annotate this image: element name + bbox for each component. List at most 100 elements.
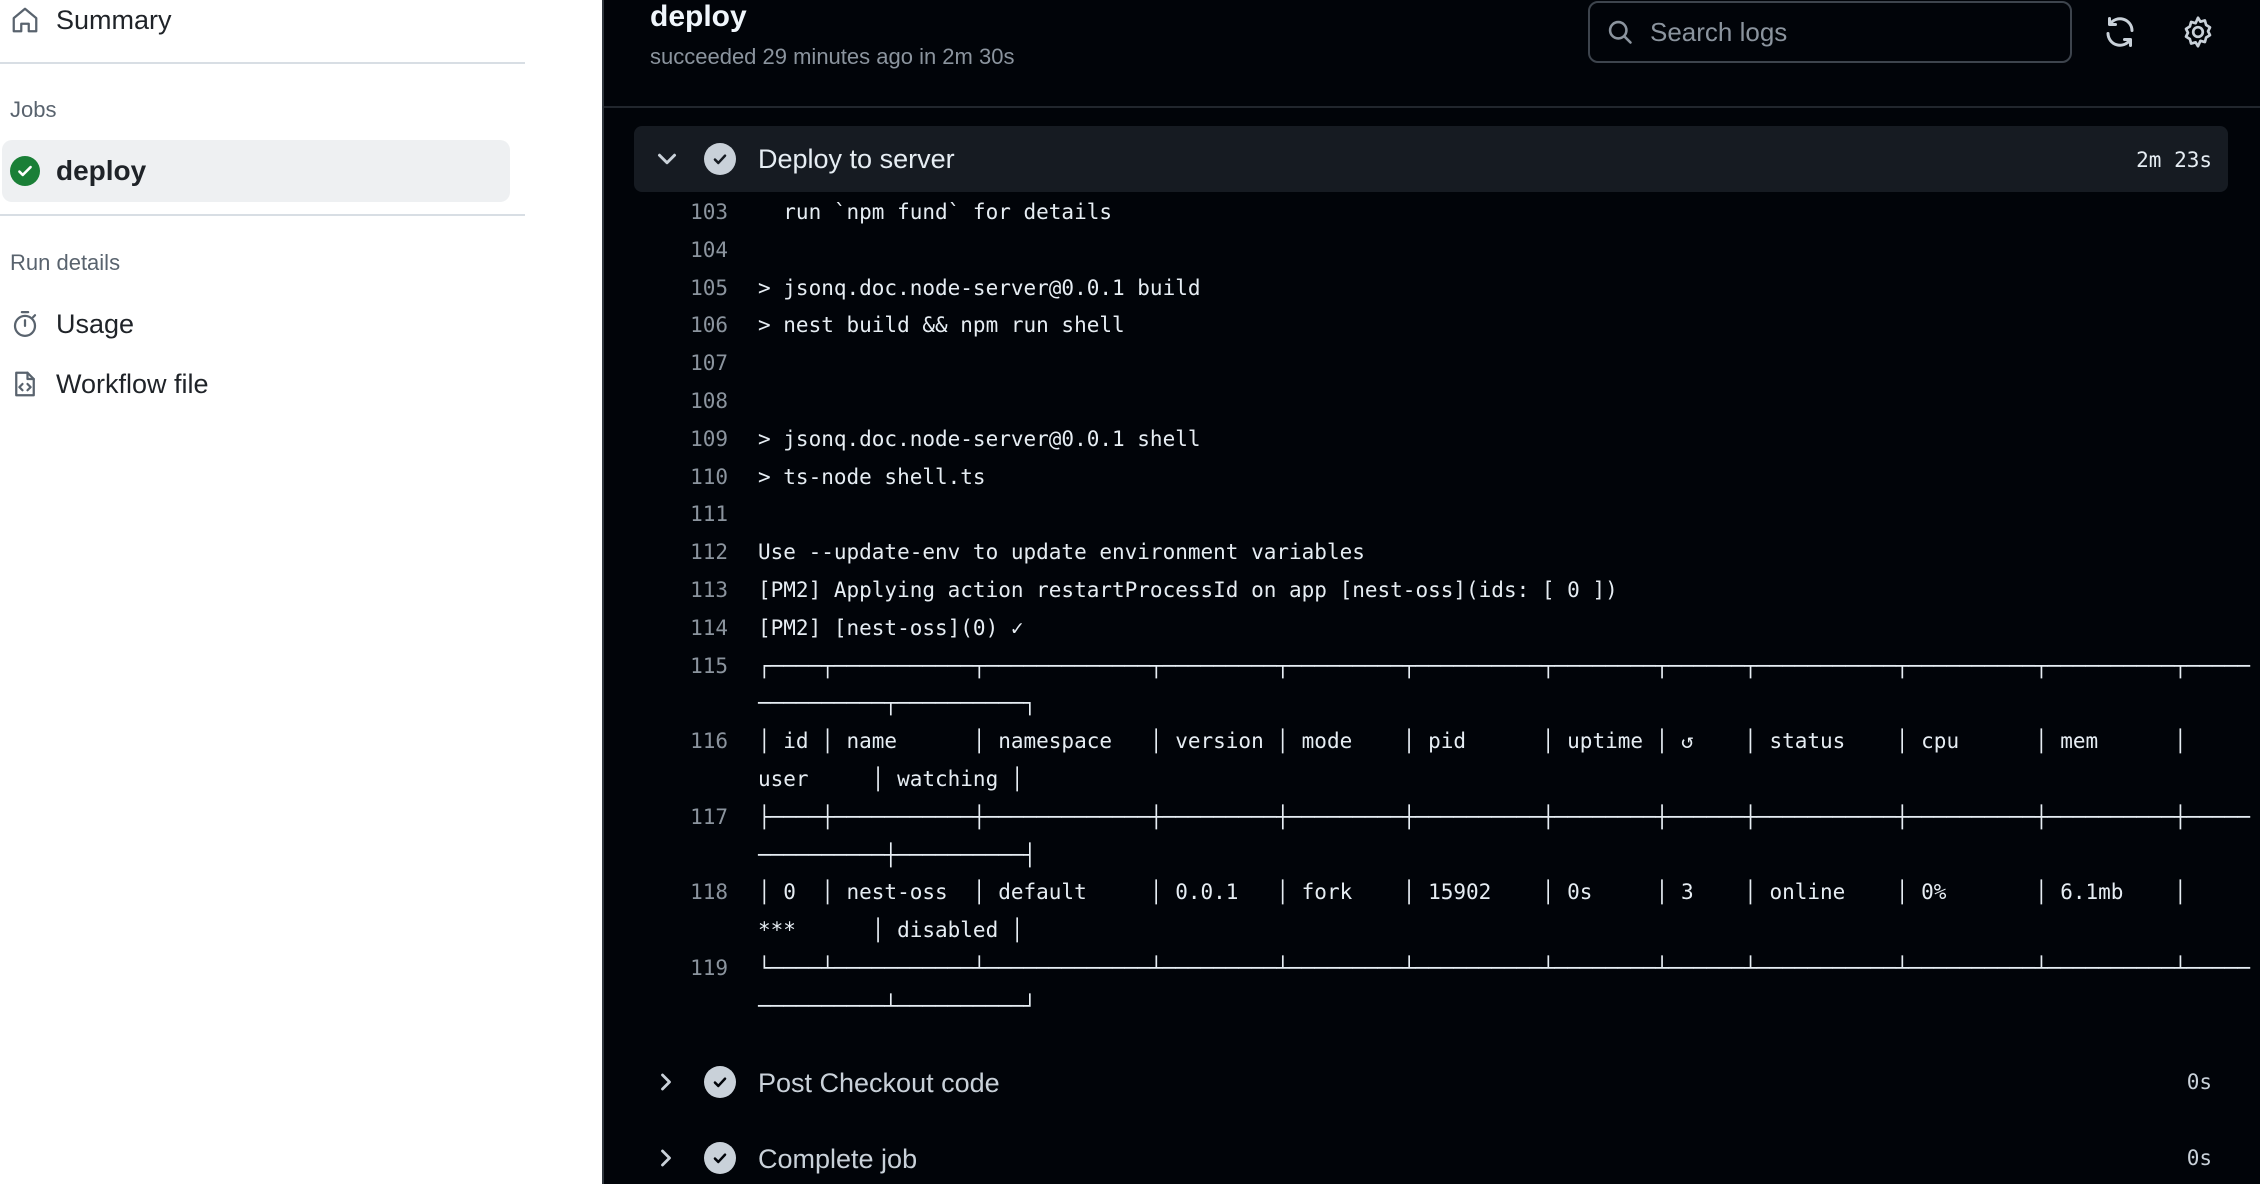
step-post-checkout-code[interactable]: Post Checkout code 0s — [634, 1052, 2228, 1112]
log-line: 106 > nest build && npm run shell — [634, 309, 2234, 347]
log-text: ──────────┼──────────┤ — [758, 842, 1037, 867]
line-number[interactable]: 107 — [634, 351, 728, 375]
log-text: ──────────┴──────────┘ — [758, 993, 1037, 1018]
log-line: 108 — [634, 385, 2234, 423]
log-text: > ts-node shell.ts — [758, 464, 986, 489]
log-line: 119 └────┴───────────┴─────────────┴─────… — [634, 952, 2250, 990]
run-details-heading: Run details — [10, 250, 121, 275]
line-number[interactable]: 111 — [634, 502, 728, 526]
log-line: 105 > jsonq.doc.node-server@0.0.1 build — [634, 272, 2234, 310]
log-line: 110 > ts-node shell.ts — [634, 461, 2234, 499]
log-text: │ id │ name │ namespace │ version │ mode… — [758, 729, 2187, 754]
log-text: > jsonq.doc.node-server@0.0.1 build — [758, 275, 1201, 300]
window-edge — [2260, 0, 2268, 1184]
step-complete-job[interactable]: Complete job 0s — [634, 1128, 2228, 1184]
log-line: 117 ├────┼───────────┼─────────────┼─────… — [634, 801, 2250, 839]
job-label: deploy — [56, 155, 147, 186]
log-panel: deploy succeeded 29 minutes ago in 2m 30… — [602, 0, 2262, 1184]
step-deploy-to-server[interactable]: Deploy to server 2m 23s — [634, 126, 2228, 192]
sidebar-item-label: Workflow file — [56, 368, 209, 399]
step-duration: 2m 23s — [2136, 148, 2212, 172]
line-number[interactable]: 103 — [634, 200, 728, 224]
log-text: [PM2] [nest-oss](0) ✓ — [758, 615, 1024, 640]
workflow-file-icon — [15, 371, 35, 397]
log-line: 112 Use --update-env to update environmen… — [634, 536, 2234, 574]
chevron-right-icon — [661, 1073, 671, 1091]
log-text: run `npm fund` for details — [758, 200, 1113, 224]
line-number[interactable]: 112 — [634, 540, 728, 564]
line-number[interactable]: 110 — [634, 465, 728, 489]
sidebar-item-label: Usage — [56, 308, 135, 339]
stopwatch-icon — [13, 311, 37, 337]
search-input[interactable] — [1650, 16, 2050, 48]
line-number[interactable]: 104 — [634, 238, 728, 262]
log-line: ──────────┬──────────┐ — [634, 687, 2234, 725]
line-number[interactable]: 119 — [634, 956, 728, 980]
job-status-text: succeeded 29 minutes ago in 2m 30s — [650, 44, 1015, 69]
step-duration: 0s — [2186, 1070, 2212, 1094]
sidebar-divider — [0, 214, 525, 216]
jobs-heading: Jobs — [10, 97, 57, 122]
sidebar-item-summary[interactable]: Summary — [10, 0, 172, 44]
page-title: deploy — [650, 0, 747, 33]
log-line: 118 │ 0 │ nest-oss │ default │ 0.0.1 │ fo… — [634, 876, 2234, 914]
step-name: Deploy to server — [758, 144, 955, 174]
log-text: [PM2] Applying action restartProcessId o… — [758, 577, 1618, 602]
log-line: 104 — [634, 234, 2234, 272]
log-line: 103 run `npm fund` for details — [634, 196, 2234, 234]
line-number[interactable]: 108 — [634, 389, 728, 413]
line-number[interactable]: 117 — [634, 805, 728, 829]
search-box[interactable] — [1588, 1, 2072, 63]
chevron-right-icon — [661, 1149, 671, 1167]
search-icon — [1608, 20, 1632, 44]
log-line: ──────────┼──────────┤ — [634, 839, 2234, 877]
log-line: 115 ┌────┬───────────┬─────────────┬─────… — [634, 650, 2250, 688]
sidebar-item-workflow-file[interactable]: Workflow file — [10, 360, 209, 408]
line-number[interactable]: 115 — [634, 654, 728, 678]
sidebar: Summary Jobs deploy Run details Usage Wo… — [0, 0, 602, 1184]
line-number[interactable]: 116 — [634, 729, 728, 753]
log-line: 116 │ id │ name │ namespace │ version │ m… — [634, 725, 2234, 763]
log-line: 111 — [634, 498, 2234, 536]
check-circle-icon — [704, 1066, 736, 1098]
step-name: Complete job — [758, 1144, 918, 1174]
log-output: 103 run `npm fund` for details 104 105 > js… — [634, 196, 2250, 1028]
gear-icon[interactable] — [2180, 14, 2216, 50]
log-line: user │ watching │ — [634, 763, 2234, 801]
chevron-down-icon — [658, 153, 676, 165]
sidebar-item-label: Summary — [56, 4, 172, 35]
log-text: └────┴───────────┴─────────────┴────────… — [758, 955, 2250, 980]
line-number[interactable]: 114 — [634, 616, 728, 640]
log-text: > nest build && npm run shell — [758, 313, 1125, 338]
log-text: *** │ disabled │ — [758, 918, 1024, 943]
log-line: 113 [PM2] Applying action restartProcessI… — [634, 574, 2234, 612]
line-number[interactable]: 118 — [634, 880, 728, 904]
line-number[interactable]: 106 — [634, 313, 728, 337]
log-text: ┌────┬───────────┬─────────────┬────────… — [758, 653, 2250, 678]
sidebar-item-usage[interactable]: Usage — [10, 300, 134, 348]
log-text: Use --update-env to update environment v… — [758, 540, 1365, 565]
line-number[interactable]: 109 — [634, 427, 728, 451]
check-circle-icon — [704, 143, 736, 175]
log-header: deploy succeeded 29 minutes ago in 2m 30… — [604, 0, 2262, 108]
log-line: *** │ disabled │ — [634, 914, 2234, 952]
check-circle-icon — [704, 1142, 736, 1174]
log-line: 109 > jsonq.doc.node-server@0.0.1 shell — [634, 423, 2234, 461]
sidebar-divider — [0, 62, 525, 64]
line-number[interactable]: 105 — [634, 276, 728, 300]
check-circle-icon — [10, 156, 40, 186]
log-text: ──────────┬──────────┐ — [758, 691, 1037, 716]
step-name: Post Checkout code — [758, 1068, 1000, 1098]
log-text: ├────┼───────────┼─────────────┼────────… — [758, 804, 2250, 829]
log-line: ──────────┴──────────┘ — [634, 990, 2234, 1028]
log-line: 107 — [634, 347, 2234, 385]
log-text: > jsonq.doc.node-server@0.0.1 shell — [758, 426, 1201, 451]
home-icon — [12, 7, 38, 33]
sidebar-item-deploy-job[interactable]: deploy — [2, 140, 510, 202]
step-duration: 0s — [2186, 1146, 2212, 1170]
refresh-icon[interactable] — [2102, 14, 2138, 50]
log-line: 114 [PM2] [nest-oss](0) ✓ — [634, 612, 2234, 650]
log-text: user │ watching │ — [758, 766, 1024, 791]
line-number[interactable]: 113 — [634, 578, 728, 602]
log-text: │ 0 │ nest-oss │ default │ 0.0.1 │ fork … — [758, 880, 2187, 905]
